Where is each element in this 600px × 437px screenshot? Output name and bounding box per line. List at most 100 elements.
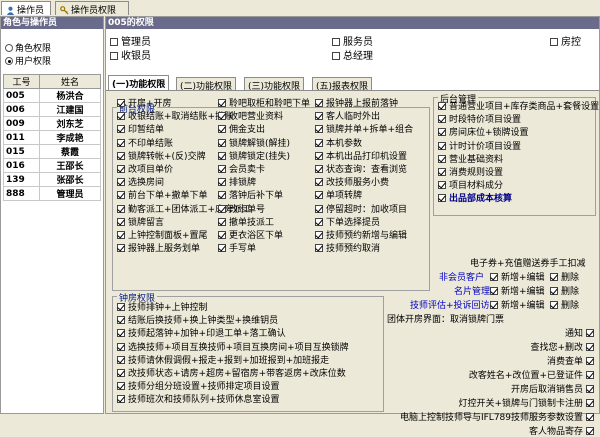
front-perm-col1-11[interactable]: 报钟器上服务划单 [117,244,200,254]
table-row[interactable]: 006 江建国 [3,102,101,117]
tab-operators[interactable]: 操作员 [1,1,51,16]
role-checkbox-general-manager[interactable]: 总经理 [332,47,373,62]
front-perm-col1-7[interactable]: 前台下单+撤单下单 [117,191,208,201]
misc-perm-2[interactable]: 通知 [565,329,597,339]
front-perm-col1-10[interactable]: 上钟控制面板+置尾 [117,231,208,241]
front-perm-col2-1[interactable]: 收吧营业资料 [218,112,283,122]
role-checkbox-cashier[interactable]: 收银员 [110,47,151,62]
role-checkbox-waiter[interactable]: 服务员 [332,33,373,48]
role-checkbox-admin[interactable]: 管理员 [110,33,151,48]
checkbox-box [586,385,594,393]
col-header-id[interactable]: 工号 [3,74,40,89]
checkbox-box [117,303,125,311]
checkbox-box [117,329,125,338]
front-perm-col3-11[interactable]: 技师预约取消 [315,244,380,254]
tab-function-2[interactable]: (二)功能权限 [176,77,237,92]
tech-perm-5[interactable]: 改技师状态+请房+超房+留宿房+带客返房+改床位数 [117,369,346,379]
table-row[interactable]: 016 王邵长 [3,158,101,173]
back-perm-1[interactable]: 时段特价项目设置 [438,115,521,125]
back-perm-6[interactable]: 项目材料成分 [438,181,503,191]
tab-operator-permissions[interactable]: 操作员权限 [55,1,129,16]
front-perm-col2-4[interactable]: 锁牌锁定(挂失) [218,151,290,162]
tab-function-1[interactable]: (一)功能权限 [108,75,170,90]
card-label: 名片管理 [454,287,491,297]
front-perm-col1-6[interactable]: 选换房间 [117,178,164,188]
checkbox-box [315,178,323,187]
checkbox-box [315,125,323,134]
front-perm-col1-3[interactable]: 不印单结账 [117,138,173,149]
misc-perm-7[interactable]: 灯控开关+锁牌与门锁制卡注册 [458,399,597,409]
tech-eval-delete[interactable]: 删除 [550,301,579,311]
tech-perm-1[interactable]: 结账后换技师+换上钟类型+换维钥员 [117,316,278,326]
table-row[interactable]: 888 管理员 [3,186,101,201]
back-perm-4[interactable]: 营业基础资料 [438,154,503,165]
front-perm-col2-9[interactable]: 撤单技派工 [218,217,274,228]
front-perm-col2-0[interactable]: 聆吧取柜和聆吧下单 [218,99,310,109]
radio-role-permission[interactable]: 角色权限 [5,41,51,54]
front-perm-col2-10[interactable]: 更衣浴区下单 [218,231,283,241]
tech-eval-add-edit[interactable]: 新增+编辑 [490,301,545,311]
card-delete[interactable]: 删除 [550,287,579,297]
front-perm-col3-6[interactable]: 改技师服务小费 [315,178,389,188]
front-perm-col3-7[interactable]: 单项转牌 [315,191,362,201]
table-row[interactable]: 009 刘东芝 [3,116,101,131]
tech-perm-4[interactable]: 技师请休假调假+报走+报到+加班报到+加班报走 [117,355,329,366]
front-perm-col3-8[interactable]: 停留超时：加收项目 [315,204,407,215]
misc-perm-4[interactable]: 消费查单 [547,357,597,367]
checkbox-box [218,204,226,213]
tech-perm-7[interactable]: 技师班次和技师队列+技师休息室设置 [117,395,280,405]
front-perm-col2-3[interactable]: 锁牌解锁(解挂) [218,138,290,149]
front-perm-col1-1[interactable]: 收银结账+取消结账+撤账 [117,112,233,122]
front-perm-col2-2[interactable]: 佣金支出 [218,125,265,135]
tech-eval-label: 技师评估+投诉回访 [410,301,490,311]
tab-function-3[interactable]: (三)功能权限 [244,77,305,92]
front-perm-col3-3[interactable]: 本机参数 [315,138,362,149]
front-perm-col3-5[interactable]: 状态查询：查看浏览 [315,165,407,175]
back-perm-5[interactable]: 消费规则设置 [438,168,503,178]
tech-perm-0[interactable]: 技师排钟+上钟控制 [117,303,208,313]
misc-perm-6[interactable]: 开房后取消销售员 [511,385,597,395]
misc-perm-5[interactable]: 改客姓名+改位置+已登证件 [469,371,597,381]
table-row[interactable]: 139 张邵长 [3,172,101,187]
member-add-edit[interactable]: 新增+编辑 [490,273,545,283]
front-perm-col2-7[interactable]: 落钟后补下单 [218,191,283,201]
back-perm-3[interactable]: 计时计价项目设置 [438,141,521,152]
member-delete[interactable]: 删除 [550,273,579,283]
checkbox-box [218,99,226,107]
role-checkbox-room-control[interactable]: 房控 [550,33,581,48]
tech-perm-2[interactable]: 技师起落钟+加钟+印退工单+落工确认 [117,329,286,339]
front-perm-col3-2[interactable]: 锁牌并单+拆单+组合 [315,125,413,135]
tab-report-permissions[interactable]: (五)报表权限 [312,77,373,92]
front-perm-col3-9[interactable]: 下单选择提员 [315,217,380,228]
misc-perm-9[interactable]: 客人物品寄存 [529,427,597,437]
front-perm-col2-11[interactable]: 手写单 [218,244,256,254]
tech-perm-3[interactable]: 选换技师+项目互换技师+项目互换房间+项目互换锁牌 [117,342,349,353]
back-perm-0[interactable]: 普通营业项目+库存类商品+套餐设置 [438,102,599,112]
misc-perm-3[interactable]: 查找您+删改 [530,343,597,353]
card-add-edit[interactable]: 新增+编辑 [490,287,545,297]
table-row[interactable]: 011 李成艳 [3,130,101,145]
radio-user-permission[interactable]: 用户权限 [5,54,51,67]
front-perm-col1-9[interactable]: 锁牌留言 [117,217,164,228]
front-perm-col2-8[interactable]: 改卡单号 [218,204,265,215]
front-perm-col3-4[interactable]: 本机出品打印机设置 [315,151,407,162]
front-perm-col3-0[interactable]: 报钟器上报前落钟 [315,99,398,109]
back-perm-2[interactable]: 房间床位+锁牌设置 [438,128,529,138]
front-perm-col2-5[interactable]: 会员卖卡 [218,165,265,175]
front-perm-col3-1[interactable]: 客人临时外出 [315,112,380,122]
back-perm-7[interactable]: 出品部成本核算 [438,194,512,204]
col-header-name[interactable]: 姓名 [39,74,101,89]
front-perm-col2-6[interactable]: 排锁牌 [218,178,256,188]
checkbox-box [117,112,125,121]
front-perm-col1-2[interactable]: 印暂结单 [117,125,164,135]
front-perm-col1-0[interactable]: 开房+开房 [117,99,172,109]
tech-perm-6[interactable]: 技师分组分班设置+技师排定项目设置 [117,382,280,392]
front-perm-col3-10[interactable]: 技师预约新增与编辑 [315,231,407,241]
front-perm-col1-5[interactable]: 改项目单价 [117,165,173,175]
table-row[interactable]: 015 蔡霞 [3,144,101,159]
checkbox-box [315,204,323,213]
table-row[interactable]: 005 杨洪合 [3,88,101,103]
misc-perm-8[interactable]: 电脑上控制技师导与IFL789技师服务参数设置 [400,413,597,423]
front-perm-col1-4[interactable]: 锁牌转帐+(反)交牌 [117,151,206,162]
checkbox-box [438,102,446,110]
